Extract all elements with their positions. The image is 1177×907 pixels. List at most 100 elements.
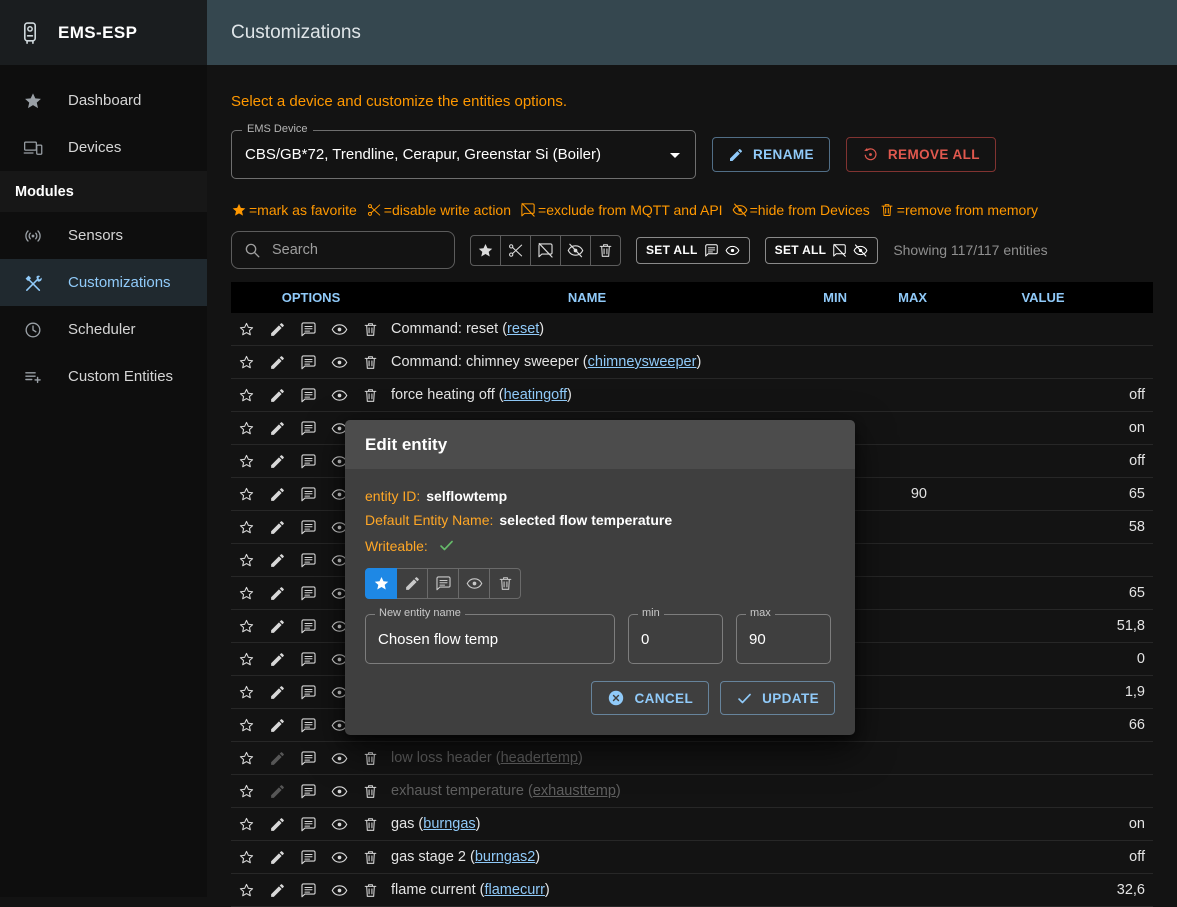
write-toggle[interactable]: [262, 841, 293, 873]
sidebar-item-scheduler[interactable]: Scheduler: [0, 306, 207, 353]
write-toggle[interactable]: [262, 313, 293, 345]
mqtt-exclude-toggle[interactable]: [293, 478, 324, 510]
favorite-toggle[interactable]: [231, 313, 262, 345]
favorite-toggle[interactable]: [231, 445, 262, 477]
write-toggle[interactable]: [262, 742, 293, 774]
mqtt-exclude-toggle[interactable]: [293, 577, 324, 609]
favorite-toggle[interactable]: [231, 610, 262, 642]
comment-toggle[interactable]: [427, 568, 459, 599]
favorite-toggle[interactable]: [231, 379, 262, 411]
filter-eye-off-button[interactable]: [560, 235, 591, 266]
mqtt-exclude-toggle[interactable]: [293, 511, 324, 543]
favorite-toggle[interactable]: [231, 346, 262, 378]
write-toggle[interactable]: [262, 676, 293, 708]
mqtt-exclude-toggle[interactable]: [293, 841, 324, 873]
write-toggle[interactable]: [262, 709, 293, 741]
remove-toggle[interactable]: [355, 841, 386, 873]
mqtt-exclude-toggle[interactable]: [293, 742, 324, 774]
mqtt-exclude-toggle[interactable]: [293, 676, 324, 708]
favorite-toggle[interactable]: [231, 643, 262, 675]
filter-scissors-button[interactable]: [500, 235, 531, 266]
mqtt-exclude-toggle[interactable]: [293, 874, 324, 906]
entity-id-link[interactable]: flamecurr: [484, 882, 544, 898]
mqtt-exclude-toggle[interactable]: [293, 544, 324, 576]
write-toggle[interactable]: [262, 643, 293, 675]
max-input[interactable]: [737, 615, 830, 663]
filter-trash-button[interactable]: [590, 235, 621, 266]
new-entity-name-input[interactable]: [366, 615, 614, 663]
pencil-toggle[interactable]: [396, 568, 428, 599]
remove-toggle[interactable]: [355, 346, 386, 378]
visibility-toggle[interactable]: [324, 775, 355, 807]
remove-toggle[interactable]: [355, 742, 386, 774]
set-all-button-1[interactable]: SET ALL: [636, 237, 750, 264]
remove-toggle[interactable]: [355, 775, 386, 807]
visibility-toggle[interactable]: [324, 874, 355, 906]
filter-comment-off-button[interactable]: [530, 235, 561, 266]
mqtt-exclude-toggle[interactable]: [293, 412, 324, 444]
write-toggle[interactable]: [262, 775, 293, 807]
star-toggle[interactable]: [365, 568, 397, 599]
mqtt-exclude-toggle[interactable]: [293, 610, 324, 642]
write-toggle[interactable]: [262, 874, 293, 906]
mqtt-exclude-toggle[interactable]: [293, 346, 324, 378]
cancel-button[interactable]: CANCEL: [591, 681, 709, 715]
entity-id-link[interactable]: exhausttemp: [533, 783, 616, 799]
write-toggle[interactable]: [262, 610, 293, 642]
visibility-toggle[interactable]: [324, 346, 355, 378]
entity-id-link[interactable]: heatingoff: [504, 387, 567, 403]
filter-star-button[interactable]: [470, 235, 501, 266]
favorite-toggle[interactable]: [231, 544, 262, 576]
sidebar-item-devices[interactable]: Devices: [0, 124, 207, 171]
trash-toggle[interactable]: [489, 568, 521, 599]
visibility-toggle[interactable]: [324, 313, 355, 345]
favorite-toggle[interactable]: [231, 841, 262, 873]
sidebar-item-customizations[interactable]: Customizations: [0, 259, 207, 306]
remove-toggle[interactable]: [355, 808, 386, 840]
favorite-toggle[interactable]: [231, 808, 262, 840]
favorite-toggle[interactable]: [231, 478, 262, 510]
mqtt-exclude-toggle[interactable]: [293, 709, 324, 741]
mqtt-exclude-toggle[interactable]: [293, 775, 324, 807]
remove-toggle[interactable]: [355, 379, 386, 411]
sidebar-item-custom-entities[interactable]: Custom Entities: [0, 353, 207, 400]
write-toggle[interactable]: [262, 445, 293, 477]
write-toggle[interactable]: [262, 346, 293, 378]
favorite-toggle[interactable]: [231, 412, 262, 444]
visibility-toggle[interactable]: [324, 841, 355, 873]
visibility-toggle[interactable]: [324, 808, 355, 840]
mqtt-exclude-toggle[interactable]: [293, 379, 324, 411]
rename-button[interactable]: RENAME: [712, 137, 830, 172]
sidebar-item-dashboard[interactable]: Dashboard: [0, 77, 207, 124]
favorite-toggle[interactable]: [231, 775, 262, 807]
write-toggle[interactable]: [262, 577, 293, 609]
mqtt-exclude-toggle[interactable]: [293, 445, 324, 477]
favorite-toggle[interactable]: [231, 676, 262, 708]
update-button[interactable]: UPDATE: [720, 681, 835, 715]
min-input[interactable]: [629, 615, 722, 663]
write-toggle[interactable]: [262, 511, 293, 543]
write-toggle[interactable]: [262, 478, 293, 510]
sidebar-item-sensors[interactable]: Sensors: [0, 212, 207, 259]
remove-toggle[interactable]: [355, 313, 386, 345]
visibility-toggle[interactable]: [324, 379, 355, 411]
remove-all-button[interactable]: REMOVE ALL: [846, 137, 996, 172]
favorite-toggle[interactable]: [231, 742, 262, 774]
favorite-toggle[interactable]: [231, 874, 262, 906]
mqtt-exclude-toggle[interactable]: [293, 643, 324, 675]
entity-id-link[interactable]: burngas: [423, 816, 475, 832]
mqtt-exclude-toggle[interactable]: [293, 808, 324, 840]
visibility-toggle[interactable]: [324, 742, 355, 774]
favorite-toggle[interactable]: [231, 511, 262, 543]
remove-toggle[interactable]: [355, 874, 386, 906]
set-all-button-2[interactable]: SET ALL: [765, 237, 879, 264]
favorite-toggle[interactable]: [231, 709, 262, 741]
entity-id-link[interactable]: chimneysweeper: [588, 354, 697, 370]
favorite-toggle[interactable]: [231, 577, 262, 609]
entity-id-link[interactable]: reset: [507, 321, 539, 337]
mqtt-exclude-toggle[interactable]: [293, 313, 324, 345]
entity-id-link[interactable]: burngas2: [475, 849, 535, 865]
write-toggle[interactable]: [262, 808, 293, 840]
eye-toggle[interactable]: [458, 568, 490, 599]
search-input[interactable]: [270, 241, 443, 259]
